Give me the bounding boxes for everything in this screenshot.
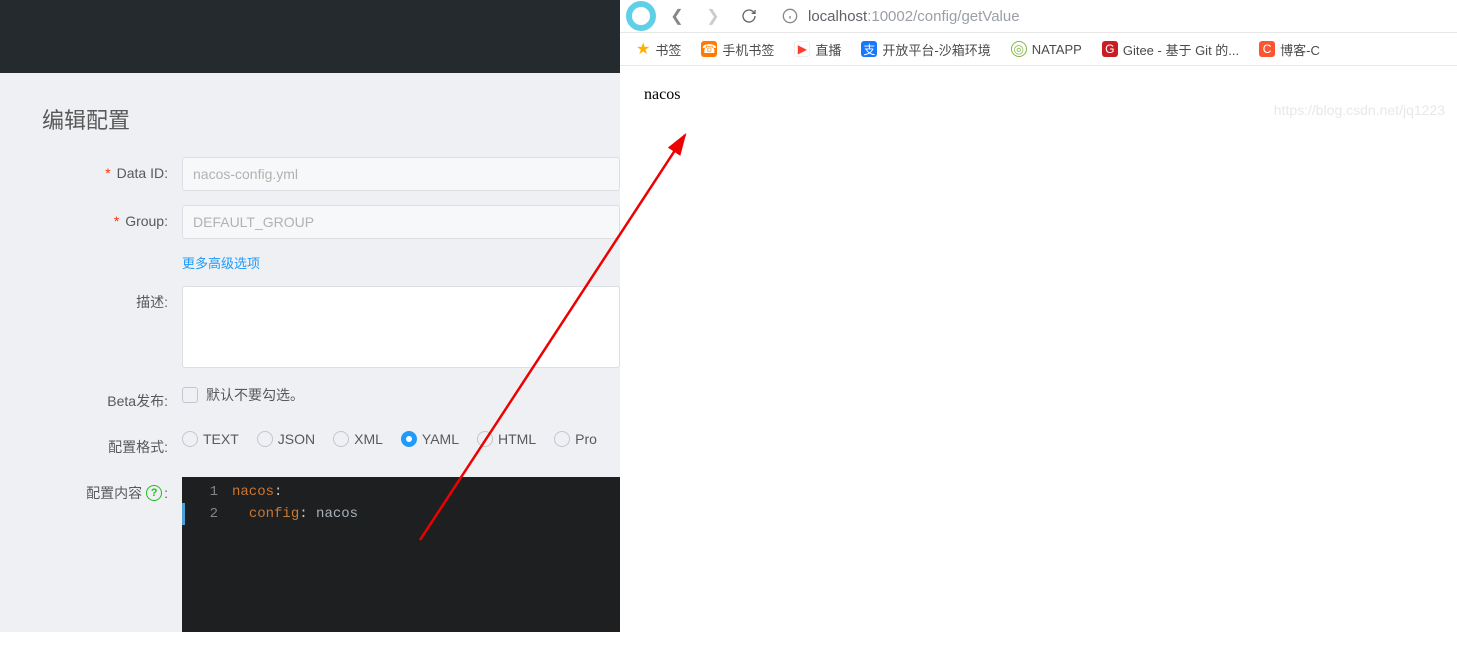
bookmark-item[interactable]: C博客-C [1251, 37, 1328, 62]
format-radio-pro[interactable]: Pro [554, 431, 597, 447]
bookmark-item[interactable]: ★书签 [628, 36, 689, 62]
browser-pane: ❮ ❯ localhost:10002/config/getValue ★书签☎… [620, 0, 1457, 644]
group-input[interactable] [182, 205, 620, 239]
forward-button[interactable]: ❯ [698, 4, 728, 28]
format-radio-yaml[interactable]: YAML [401, 431, 459, 447]
beta-hint: 默认不要勾选。 [206, 385, 304, 405]
bookmark-item[interactable]: 支开放平台-沙箱环境 [853, 37, 998, 62]
bookmark-item[interactable]: GGitee - 基于 Git 的... [1094, 37, 1247, 62]
url-text: localhost:10002/config/getValue [808, 8, 1020, 25]
help-icon[interactable]: ? [146, 485, 162, 501]
format-radio-html[interactable]: HTML [477, 431, 536, 447]
browser-logo-icon [626, 1, 656, 31]
label-data-id: * Data ID: [42, 157, 182, 189]
browser-toolbar: ❮ ❯ localhost:10002/config/getValue [620, 0, 1457, 32]
reload-button[interactable] [734, 4, 764, 28]
code-editor[interactable]: 1nacos:2 config: nacos [182, 477, 620, 632]
label-content: 配置内容 [86, 477, 142, 509]
page-content: nacos https://blog.csdn.net/jq1223 [620, 66, 1457, 124]
format-radio-text[interactable]: TEXT [182, 431, 239, 447]
page-title: 编辑配置 [42, 103, 620, 157]
label-format: 配置格式: [42, 431, 182, 463]
bookmark-item[interactable]: ☎手机书签 [693, 37, 782, 62]
nacos-config-panel: 编辑配置 * Data ID: * Group: 更多高级选项 描述: Beta… [0, 0, 620, 644]
back-button[interactable]: ❮ [662, 4, 692, 28]
bookmark-item[interactable]: ▶直播 [786, 37, 849, 62]
info-icon [782, 8, 798, 24]
beta-checkbox[interactable] [182, 387, 198, 403]
more-advanced-link[interactable]: 更多高级选项 [182, 256, 260, 271]
address-bar[interactable]: localhost:10002/config/getValue [770, 8, 1451, 25]
bookmark-item[interactable]: ◎NATAPP [1003, 38, 1090, 60]
data-id-input[interactable] [182, 157, 620, 191]
format-radio-xml[interactable]: XML [333, 431, 383, 447]
format-radio-json[interactable]: JSON [257, 431, 315, 447]
description-textarea[interactable] [182, 286, 620, 368]
label-beta: Beta发布: [42, 385, 182, 417]
label-group: * Group: [42, 205, 182, 237]
watermark: https://blog.csdn.net/jq1223 [1274, 102, 1445, 118]
top-dark-bar [0, 0, 620, 73]
label-desc: 描述: [42, 286, 182, 318]
response-text: nacos [644, 86, 680, 103]
bookmarks-bar: ★书签☎手机书签▶直播支开放平台-沙箱环境◎NATAPPGGitee - 基于 … [620, 32, 1457, 66]
